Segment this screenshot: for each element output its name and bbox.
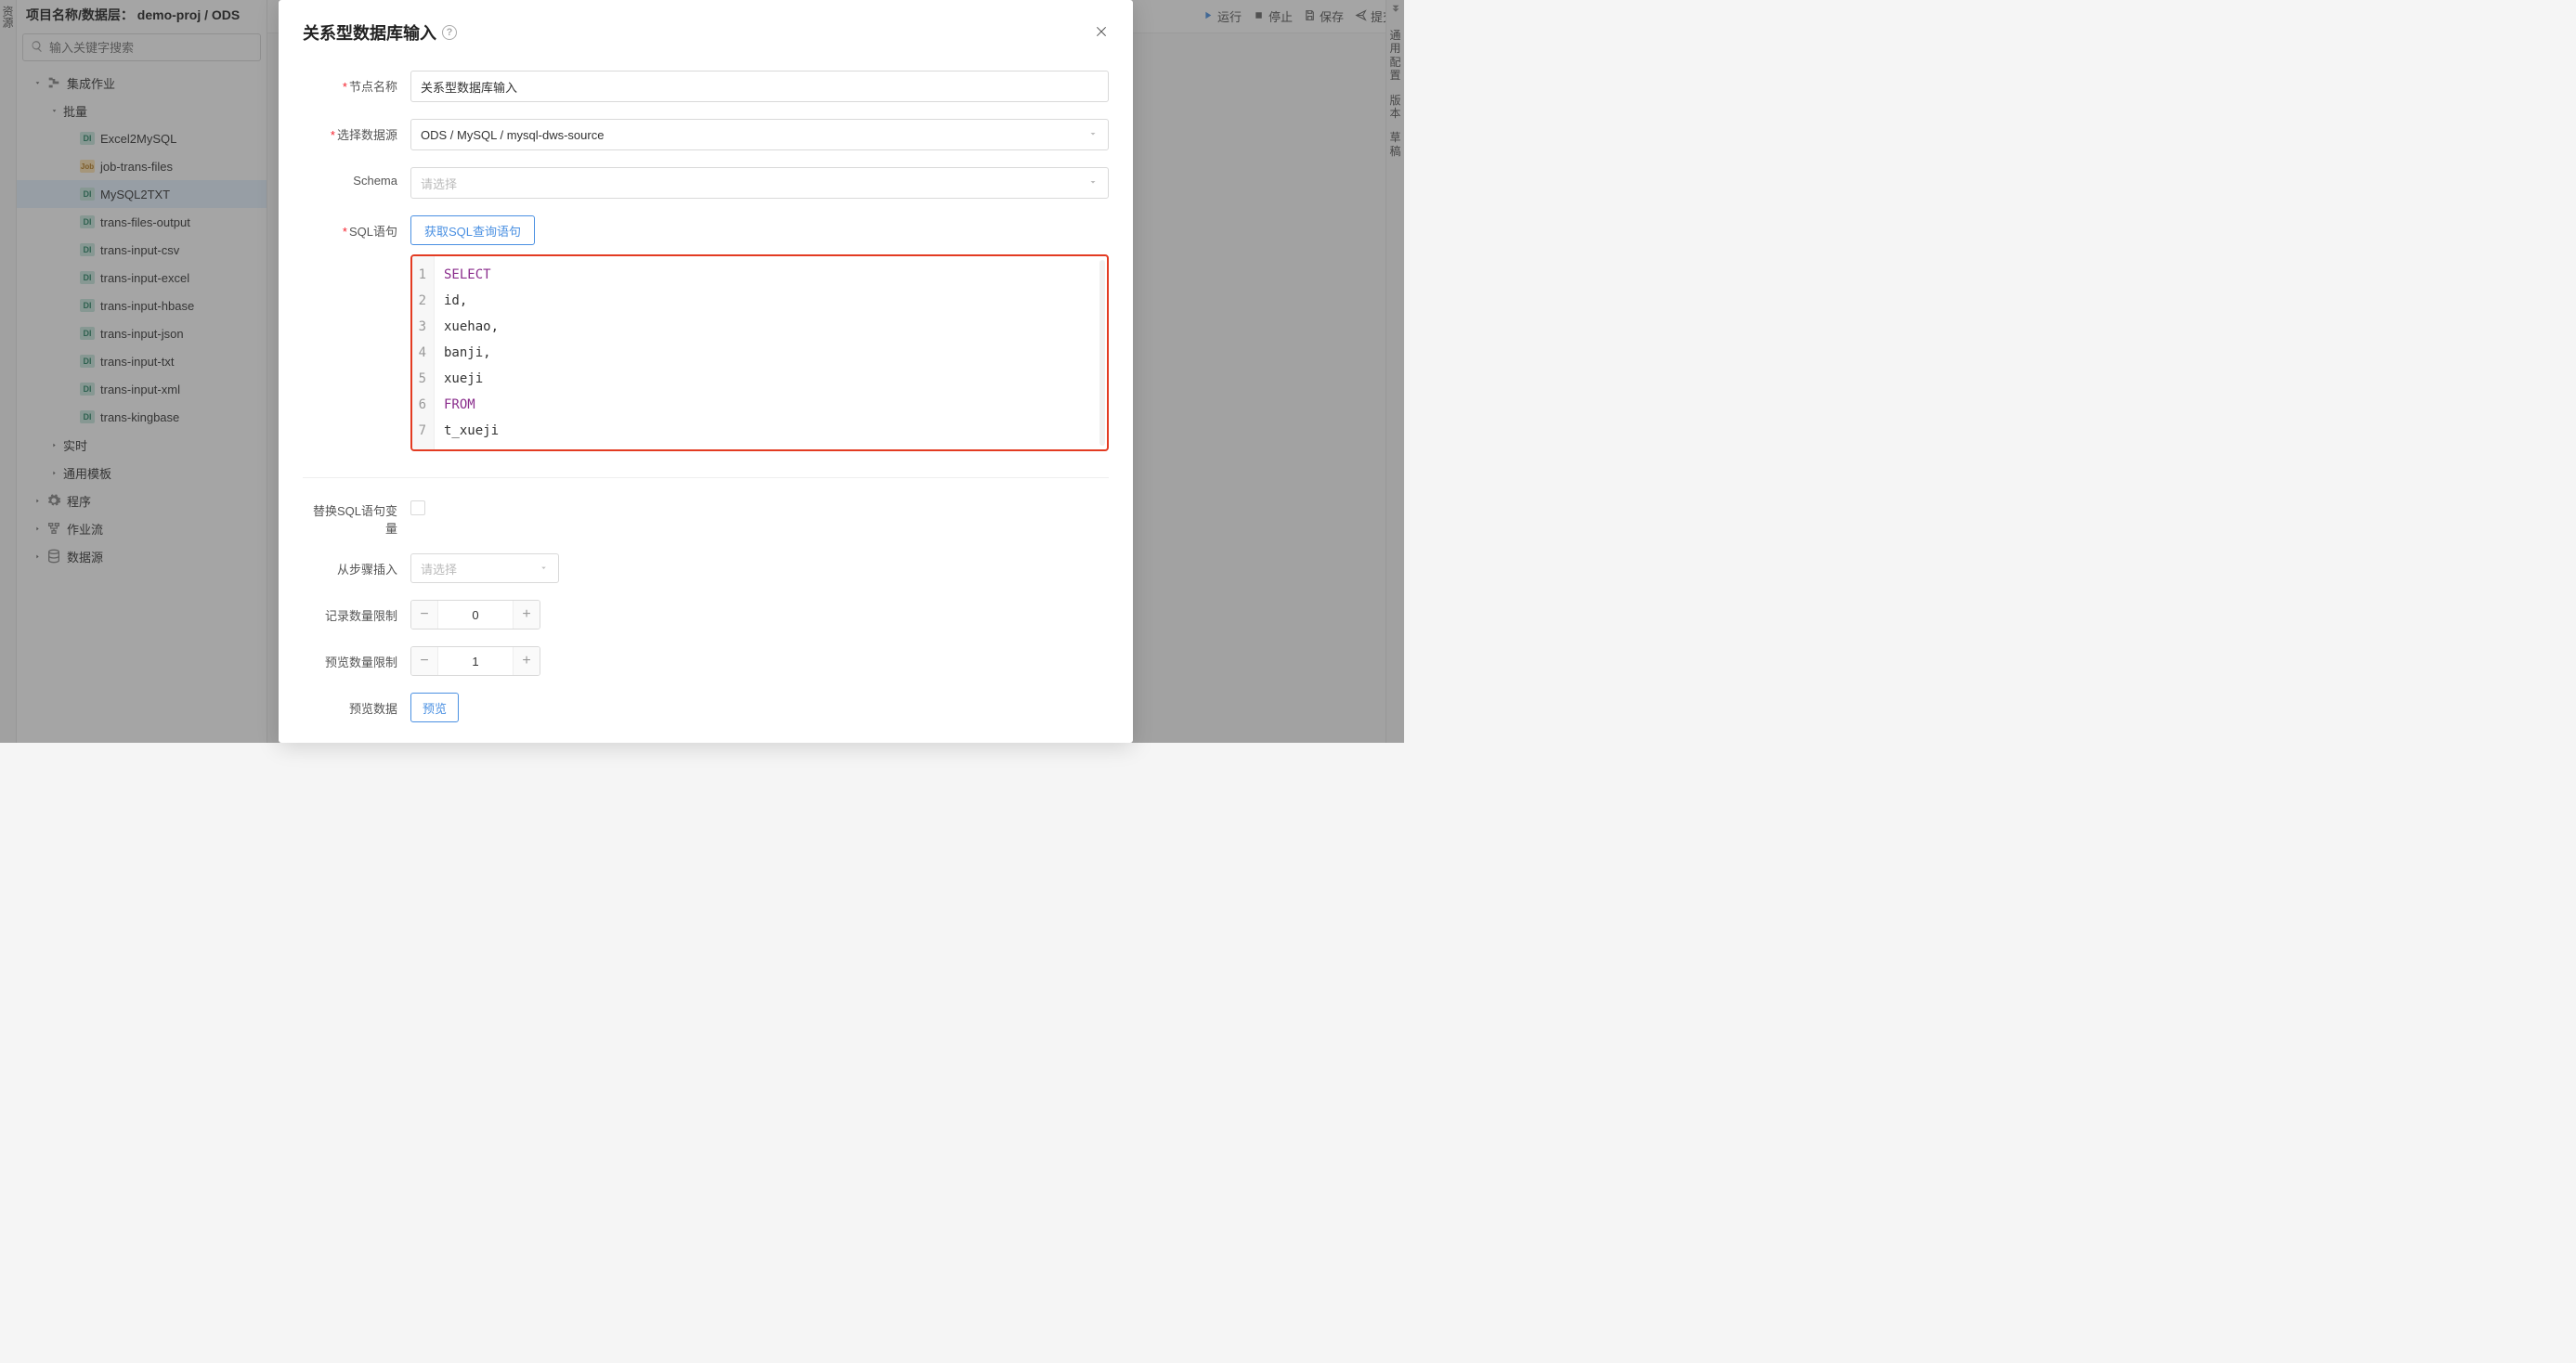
record-limit-value[interactable]: 0 <box>437 601 514 629</box>
chevron-down-icon <box>1087 176 1099 190</box>
insert-step-select[interactable]: 请选择 <box>410 553 559 583</box>
code-line: banji, <box>444 340 1098 366</box>
schema-label: Schema <box>303 167 410 188</box>
chevron-down-icon <box>1087 128 1099 142</box>
close-icon[interactable] <box>1094 24 1109 42</box>
code-line: SELECT <box>444 262 1098 288</box>
decrement-button[interactable]: − <box>411 601 437 629</box>
datasource-label: *选择数据源 <box>303 119 410 143</box>
record-limit-stepper[interactable]: − 0 + <box>410 600 540 630</box>
increment-button[interactable]: + <box>514 601 540 629</box>
get-sql-button[interactable]: 获取SQL查询语句 <box>410 215 535 245</box>
preview-limit-value[interactable]: 1 <box>437 647 514 675</box>
modal-relational-db-input: 关系型数据库输入 ? *节点名称 关系型数据库输入 *选择数据源 ODS / M… <box>279 0 1133 743</box>
code-content[interactable]: SELECT id, xuehao, banji, xuejiFROM t_xu… <box>435 256 1107 449</box>
divider <box>303 477 1109 478</box>
code-line: t_xueji <box>444 418 1098 444</box>
node-name-label: *节点名称 <box>303 71 410 95</box>
increment-button[interactable]: + <box>514 647 540 675</box>
preview-limit-stepper[interactable]: − 1 + <box>410 646 540 676</box>
preview-button[interactable]: 预览 <box>410 693 459 722</box>
schema-select[interactable]: 请选择 <box>410 167 1109 199</box>
code-gutter: 1234567 <box>412 256 435 449</box>
record-limit-label: 记录数量限制 <box>303 600 410 624</box>
code-line: xuehao, <box>444 314 1098 340</box>
preview-data-label: 预览数据 <box>303 693 410 717</box>
help-icon[interactable]: ? <box>442 25 457 40</box>
sql-editor[interactable]: 1234567 SELECT id, xuehao, banji, xuejiF… <box>410 254 1109 451</box>
code-line: xueji <box>444 366 1098 392</box>
decrement-button[interactable]: − <box>411 647 437 675</box>
chevron-down-icon <box>539 562 549 576</box>
datasource-select[interactable]: ODS / MySQL / mysql-dws-source <box>410 119 1109 150</box>
code-line: id, <box>444 288 1098 314</box>
preview-limit-label: 预览数量限制 <box>303 646 410 670</box>
insert-step-label: 从步骤插入 <box>303 553 410 578</box>
sql-label: *SQL语句 <box>303 215 410 240</box>
code-line: FROM <box>444 392 1098 418</box>
scrollbar[interactable] <box>1099 260 1105 446</box>
replace-vars-checkbox[interactable] <box>410 500 425 515</box>
node-name-input[interactable]: 关系型数据库输入 <box>410 71 1109 102</box>
replace-vars-label: 替换SQL语句变量 <box>303 495 410 537</box>
modal-title: 关系型数据库输入 ? <box>303 20 457 45</box>
